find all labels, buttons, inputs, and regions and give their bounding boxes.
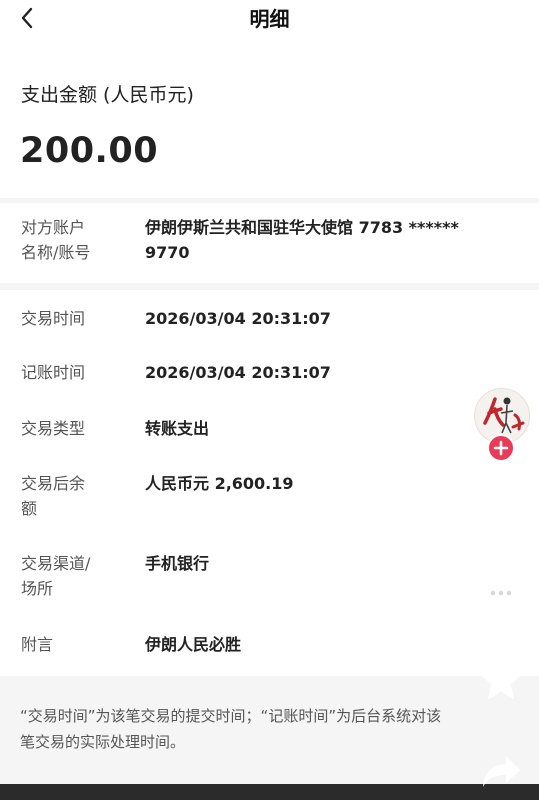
remark-label: 附言 (21, 635, 54, 654)
like-button[interactable] (478, 482, 524, 528)
trade-type-label: 交易类型 (21, 419, 86, 438)
trade-time-value: 2026/03/04 20:31:07 (145, 309, 331, 328)
share-button[interactable] (478, 750, 524, 796)
counterparty-label-line2: 名称/账号 (21, 243, 91, 262)
comment-button[interactable] (478, 572, 524, 618)
footnote-line1: “交易时间”为该笔交易的提交时间；“记账时间”为后台系统对该 (20, 707, 442, 725)
counterparty-value-line2: 9770 (145, 243, 190, 262)
comment-icon (482, 577, 520, 614)
counterparty-card: 对方账户 名称/账号 伊朗伊斯兰共和国驻华大使馆 7783 ****** 977… (0, 203, 539, 283)
remark-value: 伊朗人民必胜 (145, 635, 242, 654)
share-icon (483, 756, 520, 787)
follow-button[interactable] (487, 434, 515, 462)
amount-label: 支出金额 (人民币元) (21, 84, 194, 106)
plus-icon (493, 440, 509, 456)
channel-label-line1: 交易渠道/ (21, 554, 91, 573)
balance-label-line1: 交易后余 (21, 474, 86, 493)
trade-time-label: 交易时间 (21, 309, 86, 328)
channel-value: 手机银行 (145, 554, 210, 573)
counterparty-label-line1: 对方账户 (21, 218, 86, 237)
trade-type-value: 转账支出 (145, 419, 210, 438)
balance-label-line2: 额 (21, 499, 38, 518)
top-bar: 明细 (0, 0, 539, 40)
post-time-label: 记账时间 (21, 363, 86, 382)
amount-card: 支出金额 (人民币元) 200.00 (0, 40, 539, 198)
details-card: 交易时间 2026/03/04 20:31:07 记账时间 2026/03/04… (0, 290, 539, 676)
amount-value: 200.00 (20, 131, 159, 171)
counterparty-value-line1: 伊朗伊斯兰共和国驻华大使馆 7783 ****** (145, 218, 459, 237)
star-icon (481, 660, 521, 699)
channel-label-line2: 场所 (21, 579, 54, 598)
heart-icon (481, 486, 521, 522)
footnote-line2: 笔交易的实际处理时间。 (20, 733, 186, 751)
footnote: “交易时间”为该笔交易的提交时间；“记账时间”为后台系统对该 笔交易的实际处理时… (20, 703, 520, 755)
page: 明细 支出金额 (人民币元) 200.00 对方账户 名称/账号 伊朗伊斯兰共和… (0, 0, 539, 800)
comment-count: 3 (497, 620, 505, 634)
like-count: 34 (493, 532, 509, 546)
page-title: 明细 (249, 7, 290, 31)
favorite-button[interactable] (478, 658, 524, 704)
bottom-bar (0, 784, 539, 800)
post-time-value: 2026/03/04 20:31:07 (145, 363, 331, 382)
balance-value: 人民币元 2,600.19 (145, 474, 294, 493)
